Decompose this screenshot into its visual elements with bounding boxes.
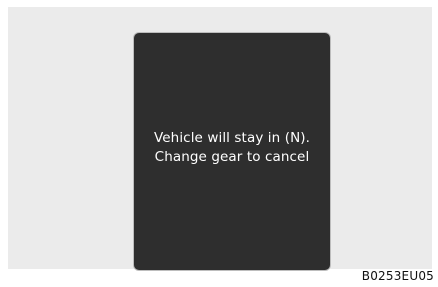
cluster-display-panel: Vehicle will stay in (N). Change gear to… (134, 33, 330, 270)
figure-background: Vehicle will stay in (N). Change gear to… (8, 7, 432, 270)
figure-code: B0253EU05 (361, 269, 434, 283)
display-message: Vehicle will stay in (N). Change gear to… (134, 129, 330, 167)
message-line-2: Change gear to cancel (154, 149, 310, 165)
message-line-1: Vehicle will stay in (N). (153, 130, 311, 146)
